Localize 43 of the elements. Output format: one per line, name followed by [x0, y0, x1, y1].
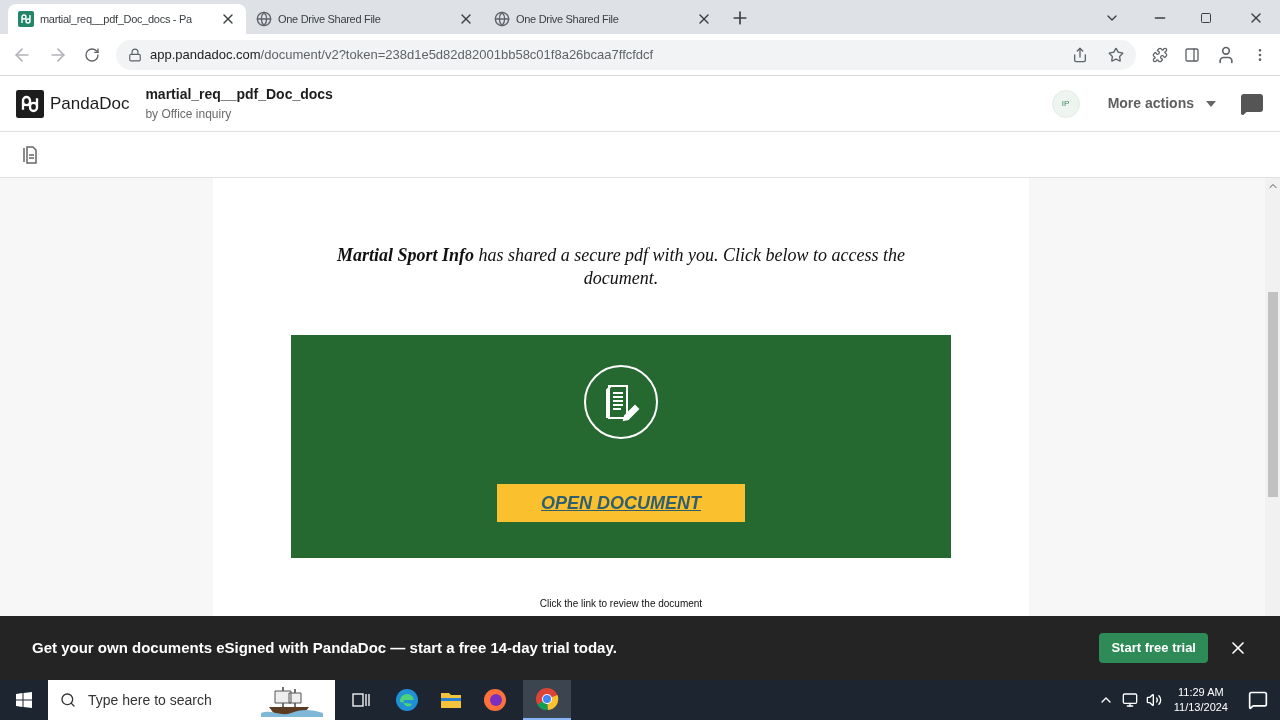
pandadoc-wordmark: PandaDoc [50, 92, 130, 115]
restore-icon[interactable] [1200, 12, 1212, 24]
extensions-icon[interactable] [1152, 46, 1168, 63]
globe-icon [256, 11, 272, 27]
user-avatar[interactable]: IP [1051, 89, 1080, 118]
pandadoc-logo-icon [16, 89, 44, 118]
pages-icon[interactable] [20, 144, 40, 165]
message-paragraph: Martial Sport Info has shared a secure pdf with you. Click below to access the document. [335, 244, 907, 290]
chrome-taskbar-item[interactable] [523, 680, 571, 720]
scrollbar-thumb[interactable] [1267, 292, 1278, 497]
document-title: martial_req__pdf_Doc_docs [145, 85, 333, 104]
volume-icon[interactable] [1145, 692, 1162, 708]
edge-browser-icon[interactable] [395, 688, 419, 712]
more-actions-button[interactable]: More actions [1107, 93, 1216, 114]
document-signing-icon [583, 364, 659, 440]
reload-icon[interactable] [84, 46, 100, 63]
share-icon[interactable] [1072, 46, 1088, 63]
profile-icon[interactable] [1216, 44, 1236, 65]
task-view-icon[interactable] [351, 690, 371, 710]
browser-tab[interactable]: One Drive Shared File [484, 4, 722, 34]
taskbar-search-field[interactable]: Type here to search [48, 680, 335, 720]
browser-tab[interactable]: One Drive Shared File [246, 4, 484, 34]
comments-icon[interactable] [1240, 91, 1264, 116]
clock[interactable]: 11:29 AM 11/13/2024 [1173, 685, 1228, 715]
globe-icon [494, 11, 510, 27]
bookmark-star-icon[interactable] [1108, 46, 1124, 63]
open-document-button[interactable]: OPEN DOCUMENT [497, 484, 745, 522]
side-panel-icon[interactable] [1184, 46, 1200, 63]
pandadoc-favicon-icon [18, 11, 34, 27]
url-text: app.pandadoc.com/document/v2?token=238d1e5d82d82001bb58c01f8a26bcaa7ffcfdcf [150, 45, 654, 64]
notifications-icon[interactable] [1248, 690, 1268, 710]
banner-text: Get your own documents eSigned with PandaDoc — start a free 14-day trial today. [32, 637, 617, 658]
search-icon [60, 692, 76, 708]
lock-icon [128, 47, 142, 62]
document-byline: by Office inquiry [145, 106, 233, 123]
start-trial-button[interactable]: Start free trial [1099, 633, 1208, 663]
caret-icon [1206, 100, 1216, 107]
windows-start-icon[interactable] [16, 692, 32, 708]
chrome-icon [535, 687, 559, 711]
browser-tab[interactable]: martial_req__pdf_Doc_docs - Pa [8, 4, 246, 34]
address-bar[interactable]: app.pandadoc.com/document/v2?token=238d1e5d82d82001bb58c01f8a26bcaa7ffcfdcf [116, 39, 1136, 70]
firefox-icon[interactable] [483, 688, 507, 712]
footnote-text: Click the link to review the document [539, 597, 703, 611]
